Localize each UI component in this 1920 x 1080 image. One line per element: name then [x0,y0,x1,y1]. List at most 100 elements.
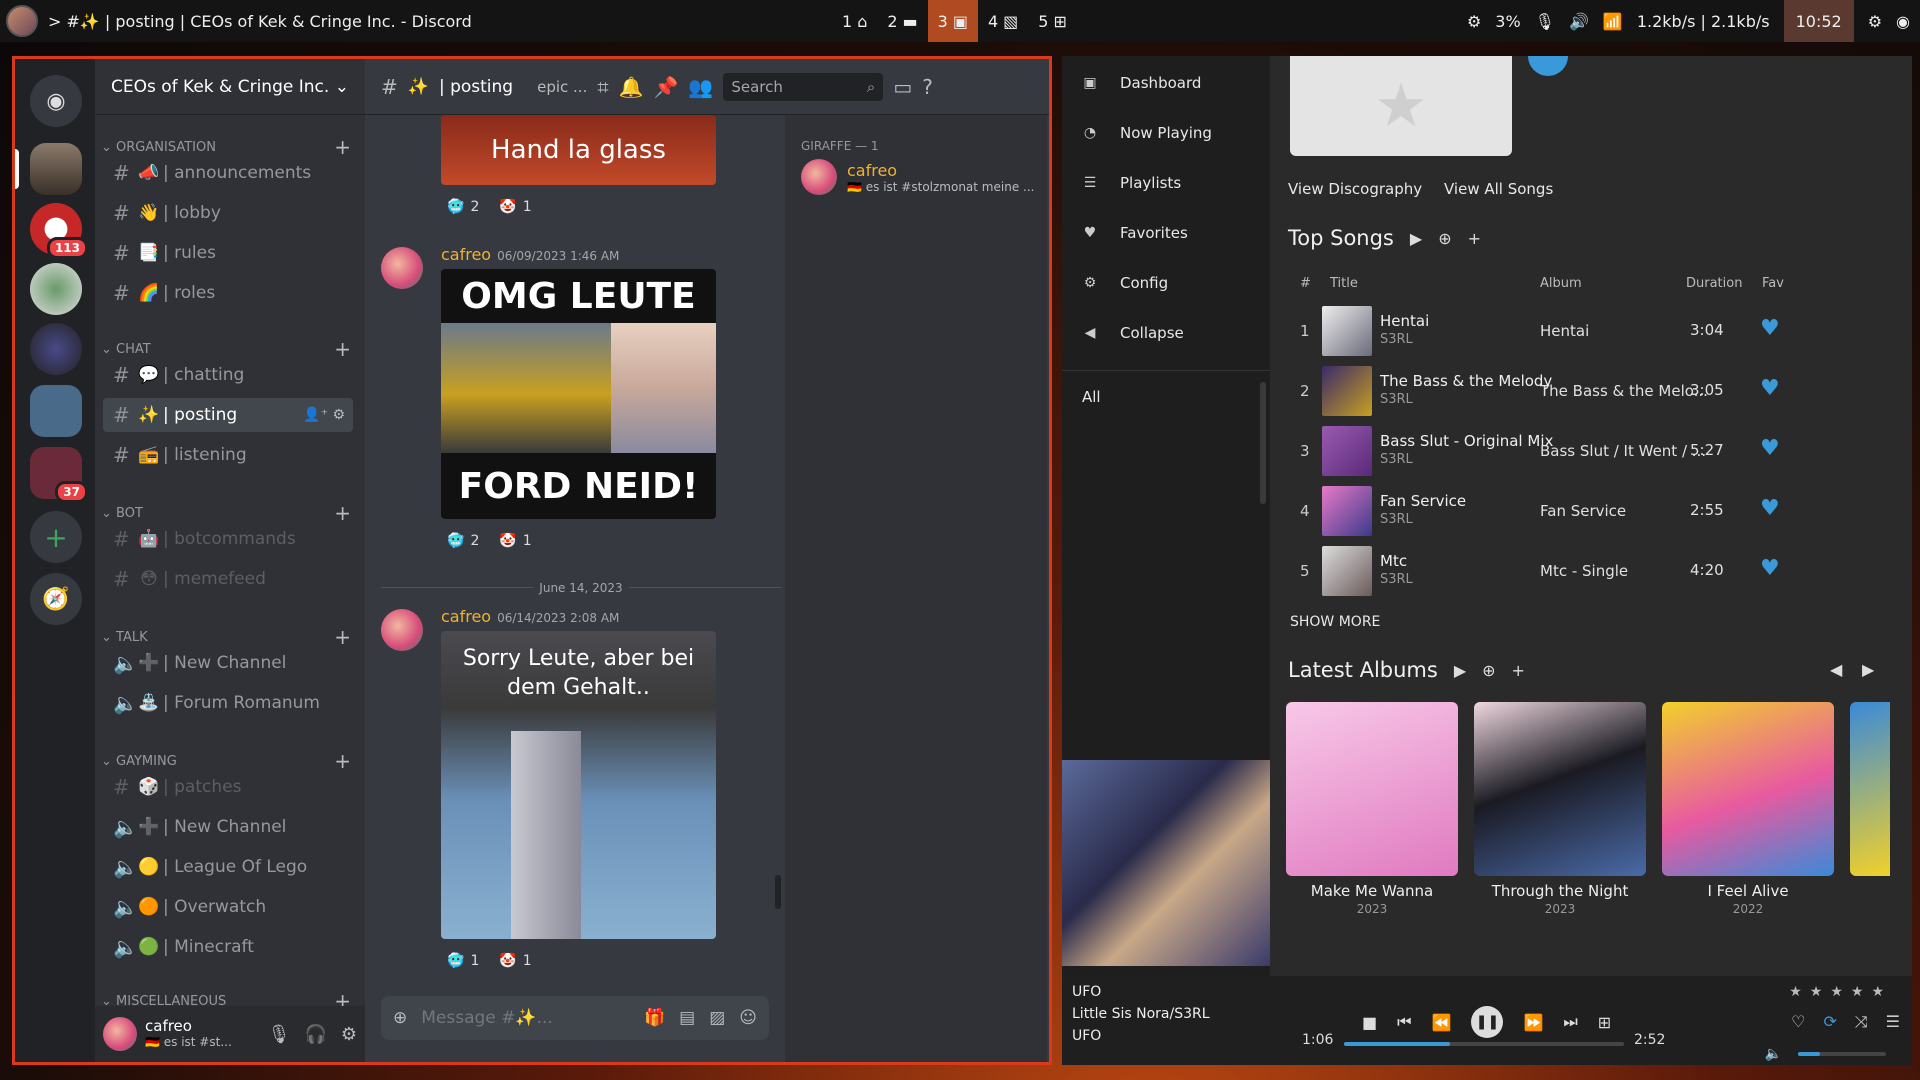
pause-button[interactable]: ❚❚ [1471,1006,1504,1038]
rating-stars[interactable]: ★★★★★ [1789,984,1892,1000]
channel-memefeed[interactable]: # 😳 | memefeed [103,562,353,596]
message-image[interactable]: Sorry Leute, aber bei dem Gehalt.. [441,631,716,939]
inbox-icon[interactable]: ▭ [893,75,912,99]
avatar[interactable] [103,1017,137,1051]
table-row[interactable]: 4 Fan Service S3RL Fan Service 2:55 ♥ [1290,482,1890,538]
track-artist[interactable]: S3RL [1380,512,1413,527]
fast-forward-icon[interactable]: ⏩ [1523,1013,1543,1032]
voice-channel-overwatch[interactable]: 🔈 🟠 | Overwatch [103,890,353,924]
invite-settings-icons[interactable]: 👤⁺ ⚙ [303,407,345,423]
channel-chatting[interactable]: # 💬 | chatting [103,358,353,392]
album-card[interactable]: I Feel Alive 2022 [1662,702,1834,916]
user-avatar[interactable] [6,5,38,37]
explore-icon[interactable]: 🧭 [30,573,82,625]
clock[interactable]: 10:52 [1783,0,1854,42]
volume-icon[interactable]: 🔊 [1569,12,1589,31]
user-info[interactable]: cafreo 🇩🇪 es ist #st... [145,1018,232,1049]
channel-announcements[interactable]: # 📣 | announcements [103,156,353,190]
add-attachment-icon[interactable]: ⊕ [393,1008,407,1028]
server-icon-dark[interactable] [30,323,82,375]
nav-playlists[interactable]: ☰ Playlists [1082,174,1181,192]
gif-icon[interactable]: ▤ [679,1008,695,1028]
heart-icon[interactable]: ♥ [1760,496,1780,521]
members-icon[interactable]: 👥 [688,75,713,99]
heart-icon[interactable]: ♥ [1760,556,1780,581]
skip-next-icon[interactable]: ⏭ [1563,1012,1577,1032]
microphone-icon[interactable]: 🎙 [1535,12,1555,31]
queue-icon[interactable]: ☰ [1886,1012,1900,1032]
reaction[interactable]: 🤡 1 [493,951,537,971]
chevron-left-icon[interactable]: ◀ [1830,660,1842,679]
nav-dashboard[interactable]: ▣ Dashboard [1082,74,1201,92]
member-item[interactable]: cafreo 🇩🇪 es ist #stolzmonat meine ... [801,159,1034,195]
channel-topic[interactable]: epic ... [537,78,587,96]
table-row[interactable]: 2 The Bass & the Melody S3RL The Bass & … [1290,362,1890,418]
message-composer[interactable]: ⊕ Message #✨... 🎁 ▤ ▨ ☺ [381,996,769,1040]
reaction[interactable]: 🥶 2 [441,197,485,217]
gear-icon[interactable]: ⚙ [341,1024,357,1045]
table-row[interactable]: 5 Mtc S3RL Mtc - Single 4:20 ♥ [1290,542,1890,598]
shuffle-icon[interactable]: ⤨ [1855,1012,1868,1032]
voice-channel-new-2[interactable]: 🔈 ➕ | New Channel [103,810,353,844]
nav-collapse[interactable]: ◀ Collapse [1082,324,1184,342]
message-input[interactable]: Message #✨... [421,1008,630,1028]
message-author[interactable]: cafreo [441,245,491,264]
channel-botcommands[interactable]: # 🤖 | botcommands [103,522,353,556]
nav-now-playing[interactable]: ◔ Now Playing [1082,124,1212,142]
stop-icon[interactable]: ■ [1362,1013,1377,1032]
heart-icon[interactable]: ♥ [1760,436,1780,461]
track-artist[interactable]: S3RL [1380,332,1413,347]
track-artist[interactable]: S3RL [1380,392,1413,407]
server-folder-icon-2[interactable]: 37 [30,447,88,503]
skip-previous-icon[interactable]: ⏮ [1397,1012,1411,1032]
avatar[interactable] [381,247,423,289]
reaction[interactable]: 🥶 2 [441,531,485,551]
server-header[interactable]: CEOs of Kek & Cringe Inc. ⌄ [95,59,365,115]
track-album[interactable]: Hentai [1540,322,1589,340]
now-playing-album[interactable]: UFO [1072,1028,1101,1044]
progress-bar[interactable] [1344,1042,1624,1046]
reaction[interactable]: 🤡 1 [493,531,537,551]
view-discography-link[interactable]: View Discography [1288,180,1422,198]
album-art-partial[interactable] [1850,702,1890,876]
wifi-icon[interactable]: 📶 [1603,12,1623,31]
reaction[interactable]: 🤡 1 [493,197,537,217]
now-playing-artist[interactable]: Little Sis Nora/S3RL [1072,1006,1210,1022]
track-album[interactable]: The Bass & the Melo... [1540,382,1708,400]
headphones-icon[interactable]: 🎧 [304,1024,326,1045]
workspace-2[interactable]: 2 ▬ [877,0,927,42]
microphone-icon[interactable]: 🎙 [268,1024,291,1045]
voice-channel-forum-romanum[interactable]: 🔈 ⛲ | Forum Romanum [103,686,353,720]
add-icon[interactable]: + [1512,661,1525,680]
track-album[interactable]: Mtc - Single [1540,562,1628,580]
show-more-button[interactable]: SHOW MORE [1290,614,1380,630]
table-row[interactable]: 3 Bass Slut - Original Mix S3RL Bass Slu… [1290,422,1890,478]
track-artist[interactable]: S3RL [1380,572,1413,587]
now-playing-title[interactable]: UFO [1072,984,1101,1000]
view-all-songs-link[interactable]: View All Songs [1444,180,1553,198]
voice-channel-minecraft[interactable]: 🔈 🟢 | Minecraft [103,930,353,964]
rewind-icon[interactable]: ⏪ [1432,1013,1452,1032]
emoji-icon[interactable]: ☺ [739,1008,757,1028]
workspace-3[interactable]: 3 ▣ [927,0,978,42]
voice-channel-new[interactable]: 🔈 ➕ | New Channel [103,646,353,680]
volume-slider[interactable] [1798,1052,1886,1056]
help-icon[interactable]: ? [922,75,933,99]
pin-icon[interactable]: 📌 [654,75,679,99]
add-server-icon[interactable]: + [30,511,82,563]
threads-icon[interactable]: ⌗ [597,75,608,99]
search-input[interactable]: Search ⌕ [723,72,884,101]
scrollbar-thumb[interactable] [775,875,781,909]
play-icon[interactable]: ▶ [1454,661,1466,680]
heart-icon[interactable]: ♥ [1760,316,1780,341]
track-album[interactable]: Fan Service [1540,502,1626,520]
heart-icon[interactable]: ♥ [1760,376,1780,401]
play-icon[interactable]: ▶ [1410,229,1422,248]
message-image[interactable]: Hand la glass [441,115,716,185]
reaction[interactable]: 🥶 1 [441,951,485,971]
now-playing-cover[interactable] [1062,760,1270,966]
channel-listening[interactable]: # 📻 | listening [103,438,353,472]
repeat-icon[interactable]: ⟳ [1823,1012,1836,1032]
server-folder-icon[interactable] [30,385,82,437]
gift-icon[interactable]: 🎁 [644,1008,665,1028]
